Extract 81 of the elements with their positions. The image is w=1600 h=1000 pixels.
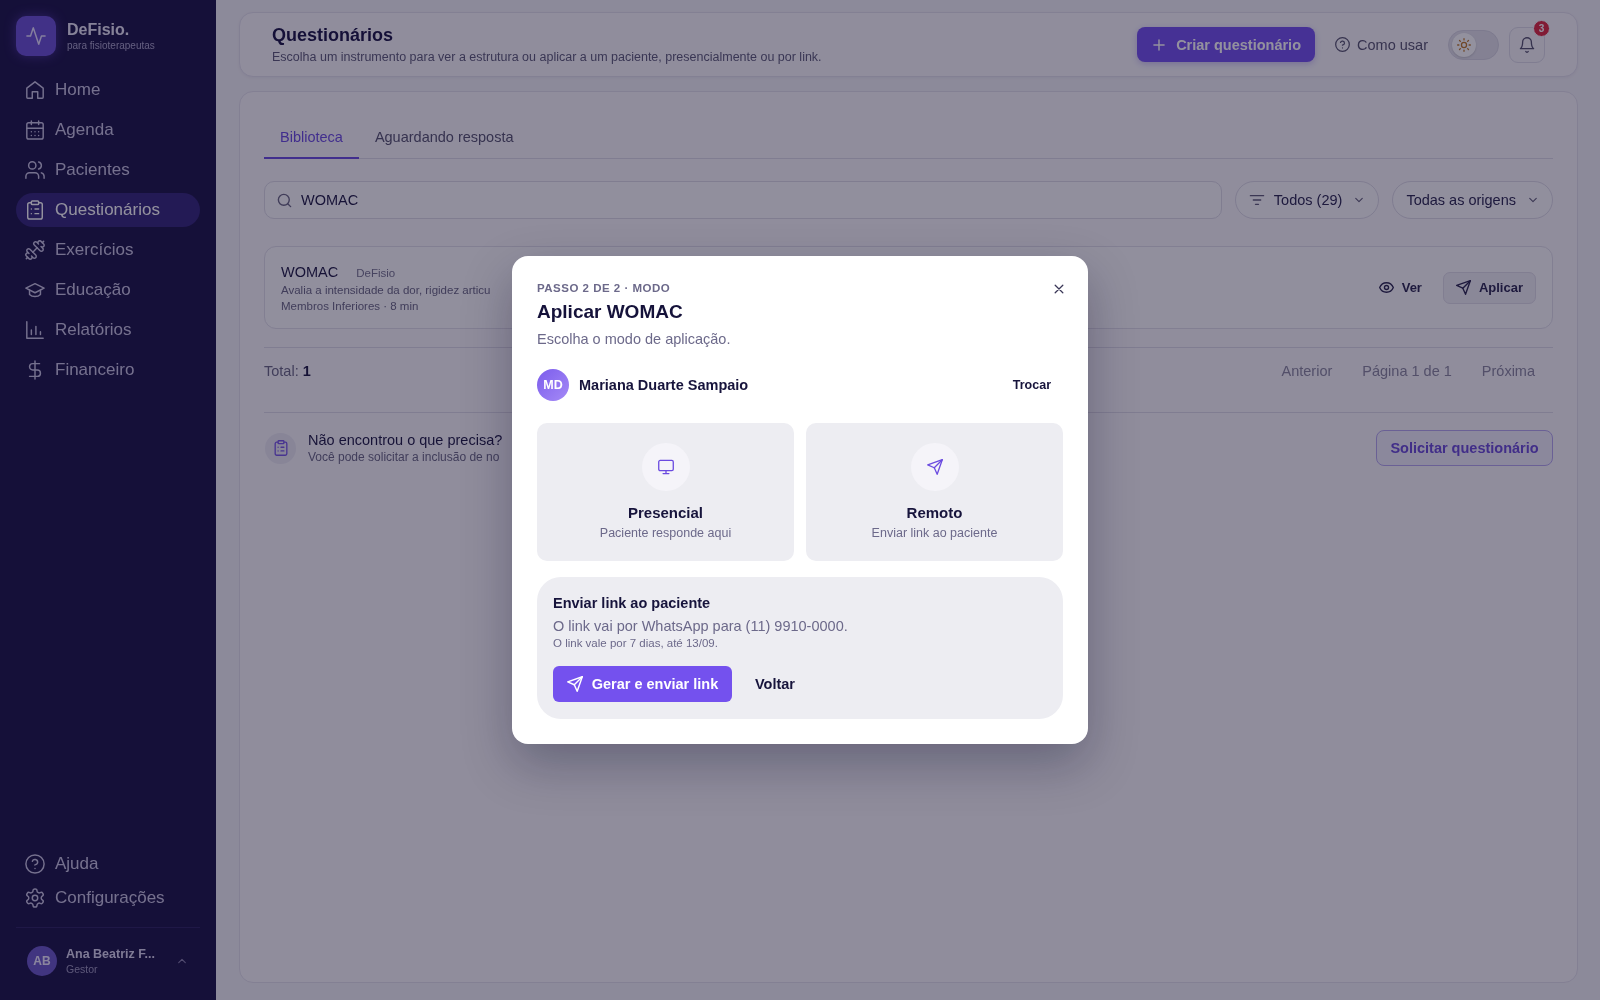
calendar-icon [25, 120, 45, 140]
user-avatar: AB [27, 946, 57, 976]
user-name: Ana Beatriz F... [66, 947, 155, 961]
plus-icon [1151, 36, 1168, 53]
pulse-logo-icon [16, 16, 56, 56]
monitor-icon [641, 443, 690, 491]
notification-badge: 3 [1533, 19, 1550, 37]
modal-title: Aplicar WOMAC [537, 301, 683, 323]
link-validity-note: O link vale por 7 dias, até 13/09. [553, 637, 718, 649]
request-text: Você pode solicitar a inclusão de no [308, 450, 500, 464]
nav-item[interactable]: Questionários [16, 193, 200, 227]
back-button[interactable]: Voltar [755, 676, 796, 692]
tab[interactable]: Aguardando resposta [358, 116, 530, 159]
status-filter-dropdown[interactable]: Todos (29) [1234, 181, 1380, 219]
brand-name: DeFisio. [67, 21, 130, 39]
request-title: Não encontrou o que precisa? [308, 432, 503, 448]
mode-option-card[interactable]: Remoto Enviar link ao paciente [806, 423, 1063, 561]
mode-title: Remoto [906, 504, 963, 521]
mode-description: Paciente responde aqui [599, 526, 732, 540]
nav-item[interactable]: Home [16, 73, 200, 107]
help-icon [1335, 37, 1351, 52]
send-icon [1455, 280, 1471, 295]
nav-item[interactable]: Ajuda [16, 847, 200, 881]
questionnaire-name: WOMAC [281, 263, 339, 280]
previous-page-button[interactable]: Anterior [1281, 363, 1333, 379]
origin-filter-dropdown[interactable]: Todas as origens [1392, 181, 1553, 219]
graduation-cap-icon [25, 280, 45, 300]
total-count: Total: 1 [264, 363, 311, 379]
bell-icon [1519, 36, 1535, 53]
link-panel-text: O link vai por WhatsApp para (11) 9910-0000. [553, 618, 848, 634]
step-label: PASSO 2 DE 2 · MODO [537, 282, 671, 294]
questionnaire-source: DeFisio [356, 266, 396, 279]
apply-button[interactable]: Aplicar [1442, 271, 1536, 304]
questionnaire-description: Avalia a intensidade da dor, rigidez articu [281, 283, 491, 296]
nav-item[interactable]: Educação [16, 273, 200, 307]
patient-avatar: MD [537, 369, 569, 401]
help-link[interactable]: Como usar [1335, 36, 1428, 53]
theme-toggle[interactable] [1448, 29, 1499, 60]
settings-icon [25, 888, 45, 908]
view-button[interactable]: Ver [1369, 271, 1431, 304]
send-icon [910, 443, 959, 491]
nav-item[interactable]: Pacientes [16, 153, 200, 187]
user-role: Gestor [66, 963, 98, 975]
home-icon [25, 80, 45, 100]
send-link-button[interactable]: Gerar e enviar link [553, 666, 732, 702]
nav-item[interactable]: Relatórios [16, 313, 200, 347]
page-title: Questionários [272, 25, 394, 46]
send-icon [566, 676, 583, 692]
mode-title: Presencial [627, 504, 704, 521]
filter-icon [1248, 192, 1265, 208]
users-icon [25, 160, 45, 180]
notifications-button[interactable] [1509, 26, 1545, 63]
mode-description: Enviar link ao paciente [871, 526, 998, 540]
nav-item[interactable]: Agenda [16, 113, 200, 147]
mode-option-card[interactable]: Presencial Paciente responde aqui [537, 423, 794, 561]
questionnaire-meta: Membros Inferiores · 8 min [281, 299, 419, 312]
nav-item[interactable]: Financeiro [16, 353, 200, 387]
nav-item[interactable]: Exercícios [16, 233, 200, 267]
nav-item[interactable]: Configurações [16, 881, 200, 915]
search-field[interactable]: WOMAC [264, 181, 1222, 219]
change-patient-button[interactable]: Trocar [1000, 372, 1063, 398]
sun-icon [1452, 32, 1476, 57]
search-icon [277, 192, 292, 208]
page-subtitle: Escolha um instrumento para ver a estrutura ou aplicar a um paciente, presencialmente ou por link. [272, 50, 822, 64]
brand-tagline: para fisioterapeutas [67, 40, 155, 51]
bar-chart-icon [25, 320, 45, 340]
next-page-button[interactable]: Próxima [1481, 363, 1535, 379]
tab[interactable]: Biblioteca [264, 116, 359, 159]
page-indicator: Página 1 de 1 [1362, 363, 1452, 379]
dumbbell-icon [25, 240, 45, 260]
close-icon [1052, 282, 1066, 296]
link-panel-title: Enviar link ao paciente [553, 595, 711, 611]
modal-subtitle: Escolha o modo de aplicação. [537, 331, 731, 347]
create-button[interactable]: Criar questionário [1137, 27, 1316, 62]
clipboard-icon [25, 200, 45, 220]
help-icon [25, 854, 45, 874]
request-button[interactable]: Solicitar questionário [1376, 430, 1553, 466]
patient-name: Mariana Duarte Sampaio [579, 377, 749, 393]
clipboard-icon [265, 432, 296, 464]
close-button[interactable] [1052, 282, 1066, 296]
eye-icon [1378, 280, 1394, 295]
